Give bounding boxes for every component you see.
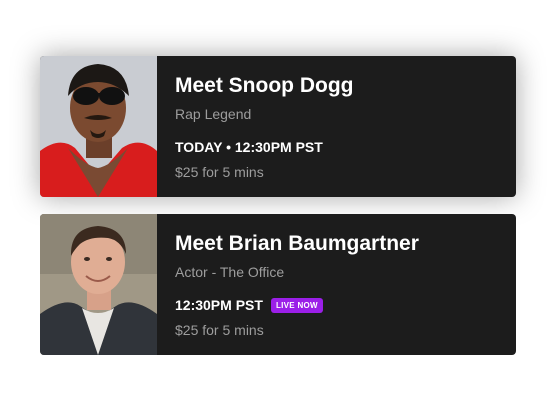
card-details: Meet Snoop Dogg Rap Legend TODAY • 12:30…	[157, 56, 516, 197]
card-details: Meet Brian Baumgartner Actor - The Offic…	[157, 214, 516, 355]
schedule-row: TODAY • 12:30PM PST	[175, 139, 323, 155]
celebrity-name: Meet Snoop Dogg	[175, 74, 354, 97]
schedule-time: 12:30PM PST	[175, 297, 263, 313]
session-price: $25 for 5 mins	[175, 164, 264, 180]
portrait-photo-icon	[40, 56, 157, 197]
celebrity-card-snoop-dogg[interactable]: Meet Snoop Dogg Rap Legend TODAY • 12:30…	[40, 56, 516, 197]
celebrity-photo	[40, 56, 157, 197]
celebrity-subtitle: Rap Legend	[175, 106, 252, 122]
schedule-time: TODAY • 12:30PM PST	[175, 139, 323, 155]
live-now-badge: LIVE NOW	[270, 297, 323, 313]
celebrity-name: Meet Brian Baumgartner	[175, 232, 419, 255]
schedule-row: 12:30PM PST LIVE NOW	[175, 297, 323, 313]
session-price: $25 for 5 mins	[175, 322, 264, 338]
celebrity-subtitle: Actor - The Office	[175, 264, 285, 280]
portrait-photo-icon	[40, 214, 157, 355]
celebrity-card-brian-baumgartner[interactable]: Meet Brian Baumgartner Actor - The Offic…	[40, 214, 516, 355]
celebrity-photo	[40, 214, 157, 355]
